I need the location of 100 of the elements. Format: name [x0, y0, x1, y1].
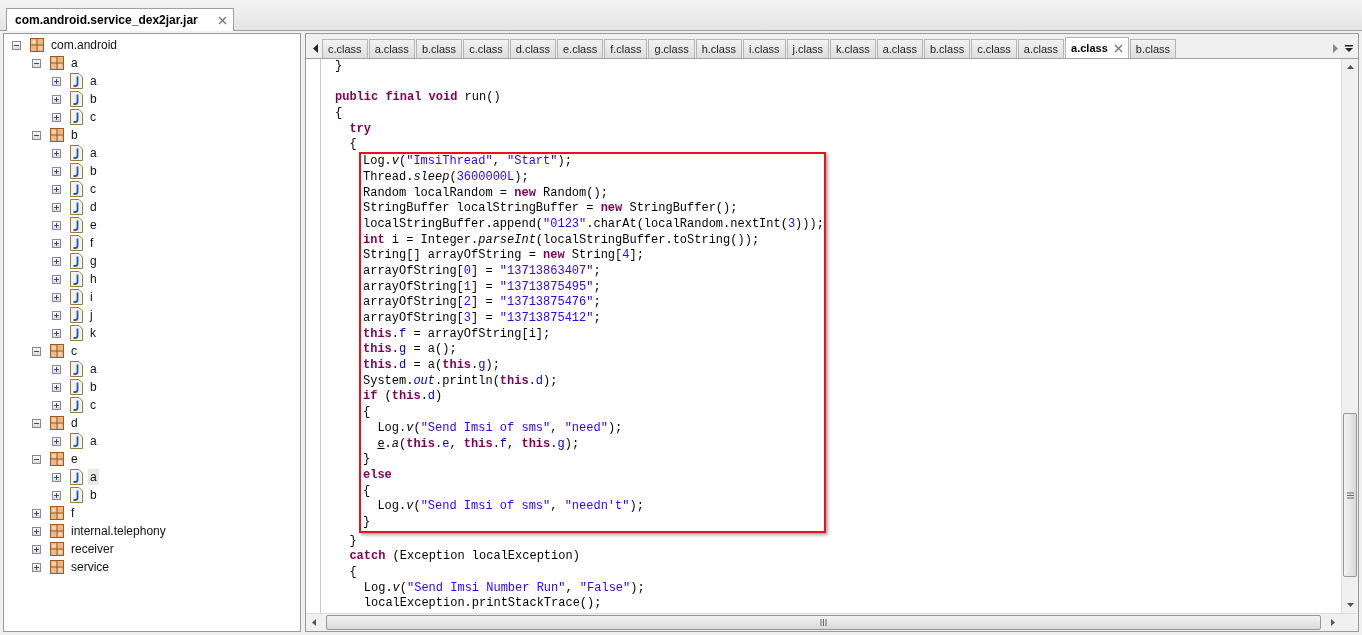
editor-tab[interactable]: b.class: [1129, 39, 1176, 58]
editor-tab[interactable]: e.class: [557, 39, 604, 58]
tree-item[interactable]: b: [88, 487, 99, 503]
scroll-down-icon[interactable]: [1346, 603, 1354, 607]
editor-tab[interactable]: c.class: [971, 39, 1017, 58]
code-line: this.f = arrayOfString[i];: [363, 326, 552, 343]
tree-item[interactable]: b: [69, 127, 80, 143]
collapse-toggle[interactable]: [32, 346, 41, 356]
expand-toggle[interactable]: [32, 562, 41, 572]
tree-item[interactable]: i: [88, 289, 95, 305]
code-line: {: [348, 565, 358, 581]
tree-item[interactable]: j: [88, 307, 95, 323]
tree-item[interactable]: e: [88, 217, 99, 233]
expand-toggle[interactable]: [52, 148, 61, 158]
expand-toggle[interactable]: [52, 472, 61, 482]
tree-item[interactable]: f: [88, 235, 96, 251]
tree-item[interactable]: b: [88, 163, 99, 179]
scrollbar-thumb[interactable]: [326, 615, 1321, 630]
tree-item[interactable]: receiver: [69, 541, 116, 557]
dropdown-icon[interactable]: [1345, 44, 1353, 52]
expand-toggle[interactable]: [52, 436, 61, 446]
scroll-right-icon[interactable]: [1332, 43, 1338, 53]
tree-item[interactable]: a: [88, 73, 99, 89]
scrollbar-thumb[interactable]: [1343, 413, 1357, 577]
editor-tab[interactable]: i.class: [742, 39, 786, 58]
editor-tab[interactable]: c.class: [463, 39, 509, 58]
vertical-scrollbar[interactable]: [1341, 59, 1358, 613]
scroll-up-icon[interactable]: [1346, 65, 1354, 69]
tree-item[interactable]: internal.telephony: [69, 523, 168, 539]
close-icon[interactable]: [1113, 43, 1123, 53]
expand-toggle[interactable]: [52, 382, 61, 392]
tree-item[interactable]: a: [88, 145, 99, 161]
expand-toggle[interactable]: [52, 184, 61, 194]
expand-toggle[interactable]: [52, 364, 61, 374]
expand-toggle[interactable]: [32, 544, 41, 554]
editor-tab[interactable]: b.class: [415, 39, 463, 58]
tree-item[interactable]: b: [88, 91, 99, 107]
scroll-right-icon[interactable]: [1331, 618, 1335, 626]
editor-tab[interactable]: a.class: [1065, 37, 1129, 58]
tree-item[interactable]: a: [88, 469, 99, 485]
tree-item[interactable]: b: [88, 379, 99, 395]
tree-item[interactable]: g: [88, 253, 99, 269]
expand-toggle[interactable]: [52, 256, 61, 266]
expand-toggle[interactable]: [52, 202, 61, 212]
tree-item[interactable]: e: [69, 451, 80, 467]
tree-item[interactable]: a: [88, 433, 99, 449]
tree-item[interactable]: c: [69, 343, 79, 359]
collapse-toggle[interactable]: [32, 130, 41, 140]
editor-tab[interactable]: c.class: [322, 39, 368, 58]
collapse-toggle[interactable]: [32, 454, 41, 464]
expand-toggle[interactable]: [32, 508, 41, 518]
expand-toggle[interactable]: [52, 292, 61, 302]
expand-toggle[interactable]: [52, 94, 61, 104]
expand-toggle[interactable]: [52, 328, 61, 338]
code-line: {: [335, 106, 344, 122]
close-icon[interactable]: [217, 15, 227, 25]
package-icon: [50, 560, 64, 574]
tree-item[interactable]: c: [88, 181, 98, 197]
tree-item[interactable]: d: [88, 199, 99, 215]
code-line: {: [363, 483, 372, 500]
tree-item[interactable]: a: [88, 361, 99, 377]
tree-item[interactable]: d: [69, 415, 80, 431]
editor-tab[interactable]: d.class: [509, 39, 556, 58]
tree-item[interactable]: h: [88, 271, 99, 287]
java-file-icon: [70, 289, 83, 305]
editor-tab[interactable]: k.class: [830, 39, 876, 58]
expand-toggle[interactable]: [52, 166, 61, 176]
expand-toggle[interactable]: [52, 220, 61, 230]
expand-toggle[interactable]: [52, 400, 61, 410]
code-line: StringBuffer localStringBuffer = new StringBuffer();: [363, 201, 739, 217]
expand-toggle[interactable]: [52, 112, 61, 122]
collapse-toggle[interactable]: [32, 58, 41, 68]
editor-tab[interactable]: b.class: [923, 39, 971, 58]
scroll-left-icon[interactable]: [312, 43, 318, 53]
package-icon: [30, 38, 44, 52]
tree-item[interactable]: com.android: [49, 37, 120, 53]
horizontal-scrollbar[interactable]: [306, 613, 1358, 631]
collapse-toggle[interactable]: [12, 40, 21, 50]
tree-item[interactable]: service: [69, 559, 111, 575]
file-tab[interactable]: com.android.service_dex2jar.jar: [6, 8, 234, 31]
editor-tab[interactable]: f.class: [604, 39, 648, 58]
editor-tab[interactable]: h.class: [695, 39, 742, 58]
scroll-left-icon[interactable]: [312, 618, 316, 626]
expand-toggle[interactable]: [32, 526, 41, 536]
tree-item[interactable]: a: [69, 55, 80, 71]
editor-tab[interactable]: g.class: [648, 39, 695, 58]
tree-item[interactable]: k: [88, 325, 98, 341]
expand-toggle[interactable]: [52, 238, 61, 248]
expand-toggle[interactable]: [52, 76, 61, 86]
editor-tab[interactable]: a.class: [876, 39, 923, 58]
editor-tab[interactable]: j.class: [786, 39, 830, 58]
expand-toggle[interactable]: [52, 274, 61, 284]
tree-item[interactable]: c: [88, 397, 98, 413]
tree-item[interactable]: f: [69, 505, 77, 521]
collapse-toggle[interactable]: [32, 418, 41, 428]
tree-item[interactable]: c: [88, 109, 98, 125]
editor-tab[interactable]: a.class: [368, 39, 415, 58]
expand-toggle[interactable]: [52, 490, 61, 500]
expand-toggle[interactable]: [52, 310, 61, 320]
editor-tab[interactable]: a.class: [1017, 39, 1065, 58]
